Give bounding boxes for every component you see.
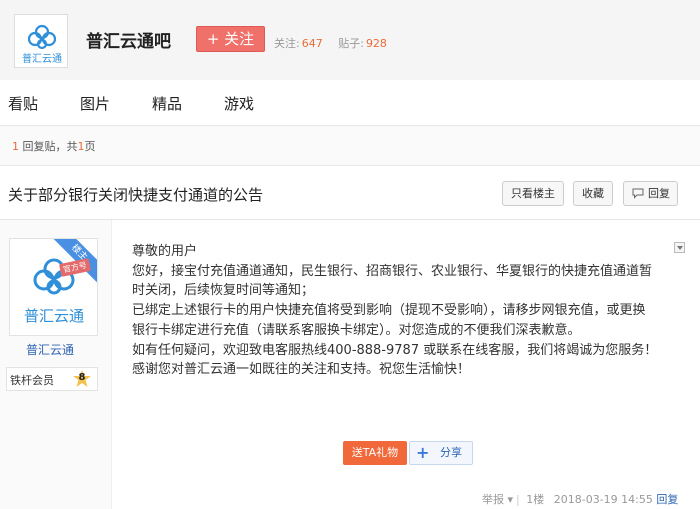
forum-header: 普汇云通 普汇云通吧 + 关注 关注: 647 贴子: 928 [0, 0, 700, 80]
post-content: 尊敬的用户 您好，接宝付充值通道通知，民生银行、招商银行、农业银行、华夏银行的快… [132, 242, 672, 380]
floor-number: 1楼 [526, 493, 545, 506]
posts-label: 贴子: [338, 37, 364, 50]
reply-count: 1 [12, 140, 19, 153]
page-count: 1 [77, 140, 85, 153]
favorite-button[interactable]: 收藏 [573, 181, 613, 206]
post-reply-link[interactable]: 回复 [656, 493, 678, 506]
avatar[interactable]: 普汇云通 楼主 官方号 [9, 238, 98, 336]
comment-icon [632, 188, 644, 199]
content-line: 银行卡绑定进行充值（请联系客服换卡绑定）。对您造成的不便我们深表歉意。 [132, 322, 581, 338]
followers-count: 647 [301, 37, 323, 50]
tab-images[interactable]: 图片 [80, 93, 110, 114]
forum-stats: 关注: 647 贴子: 928 [274, 35, 399, 51]
follow-button[interactable]: + 关注 [196, 26, 265, 52]
level-name: 铁杆会员 [10, 374, 54, 387]
level-badge-icon: 8 [73, 370, 91, 388]
thread-title: 关于部分银行关闭快捷支付通道的公告 [8, 186, 264, 204]
content-line: 已绑定上述银行卡的用户快捷充值将受到影响（提现不受影响），请移步网银充值，或更换 [132, 303, 646, 319]
content-line: 时关闭，后续恢复时间等通知； [132, 283, 315, 299]
post-meta: 举报 ▾ | 1楼 2018-03-19 14:55 回复 [482, 493, 679, 506]
cloud-logo-icon: 普汇云通 [22, 24, 62, 65]
only-op-button[interactable]: 只看楼主 [502, 181, 564, 206]
share-button[interactable]: + 分享 [409, 441, 473, 465]
forum-nav: 看贴 图片 精品 游戏 [0, 80, 700, 126]
content-line: 尊敬的用户 [132, 244, 198, 259]
send-gift-button[interactable]: 送TA礼物 [343, 441, 407, 465]
member-level[interactable]: 铁杆会员 8 [6, 367, 98, 391]
thread-title-bar: 关于部分银行关闭快捷支付通道的公告 只看楼主 收藏 回复 [0, 166, 700, 220]
logo-text: 普汇云通 [22, 52, 62, 65]
pager-text: 回复贴，共 [19, 140, 78, 153]
followers-label: 关注: [274, 37, 300, 50]
tab-games[interactable]: 游戏 [224, 93, 254, 114]
post-floor-1: 普汇云通 楼主 官方号 普汇云通 铁杆会员 8 尊敬的用户 您好，接宝付充值通道… [0, 220, 700, 509]
forum-name[interactable]: 普汇云通吧 [86, 27, 171, 52]
author-name[interactable]: 普汇云通 [0, 341, 100, 358]
chevron-down-icon[interactable]: ▾ [508, 493, 514, 506]
report-link[interactable]: 举报 [482, 493, 504, 506]
pager-bar: 1 回复贴，共1页 [0, 126, 700, 166]
plus-icon: + [416, 443, 430, 462]
posts-count: 928 [365, 37, 387, 50]
author-panel: 普汇云通 楼主 官方号 普汇云通 铁杆会员 8 [0, 220, 112, 509]
content-line: 感谢您对普汇云通一如既往的关注和支持。祝您生活愉快！ [132, 362, 471, 378]
tab-posts[interactable]: 看贴 [8, 93, 38, 114]
avatar-logo-text: 普汇云通 [24, 307, 84, 325]
forum-logo[interactable]: 普汇云通 [14, 14, 68, 68]
collapse-arrow-icon[interactable] [674, 242, 685, 253]
content-line: 您好，接宝付充值通道通知，民生银行、招商银行、农业银行、华夏银行的快捷充值通道暂 [132, 263, 653, 279]
pager-suffix: 页 [84, 140, 96, 153]
post-datetime: 2018-03-19 14:55 [553, 493, 653, 506]
content-line: 如有任何疑问，欢迎致电客服热线400-888-9787 或联系在线客服，我们将竭… [132, 342, 658, 358]
pager: 1 回复贴，共1页 [12, 138, 96, 154]
level-number: 8 [78, 372, 86, 383]
reply-button-label: 回复 [648, 187, 670, 200]
tab-featured[interactable]: 精品 [152, 93, 182, 114]
reply-button[interactable]: 回复 [623, 181, 678, 206]
share-label: 分享 [440, 446, 462, 459]
